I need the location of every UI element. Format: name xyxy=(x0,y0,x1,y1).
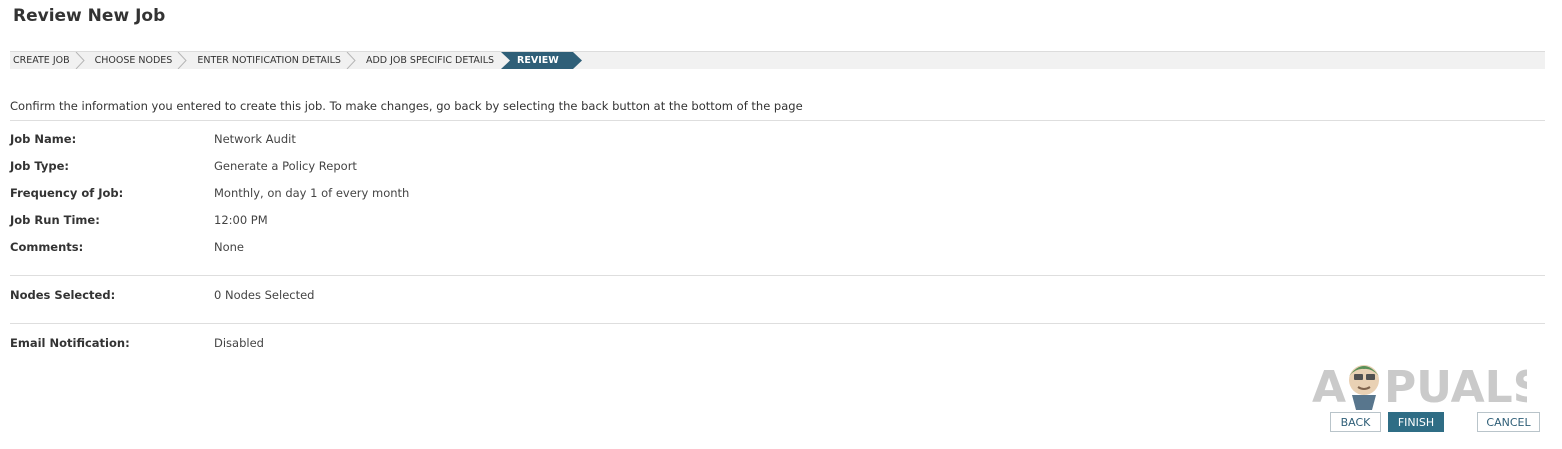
detail-value: 12:00 PM xyxy=(214,213,268,227)
appuals-watermark-logo: A PUALS xyxy=(1312,362,1527,410)
detail-label: Comments: xyxy=(10,240,84,254)
detail-label: Job Run Time: xyxy=(10,213,100,227)
detail-label: Frequency of Job: xyxy=(10,186,124,200)
wizard-step-label: ADD JOB SPECIFIC DETAILS xyxy=(365,55,495,66)
detail-value: 0 Nodes Selected xyxy=(214,288,315,302)
cancel-button[interactable]: CANCEL xyxy=(1477,412,1540,432)
page-title: Review New Job xyxy=(13,6,166,26)
divider xyxy=(10,120,1545,121)
wizard-step-label: ENTER NOTIFICATION DETAILS xyxy=(197,55,341,66)
wizard-steps: CREATE JOB CHOOSE NODES ENTER NOTIFICATI… xyxy=(10,51,1545,69)
step-separator-icon xyxy=(177,52,188,69)
wizard-step-label: REVIEW xyxy=(517,55,559,66)
back-button[interactable]: BACK xyxy=(1330,412,1381,432)
wizard-step-notification-details[interactable]: ENTER NOTIFICATION DETAILS xyxy=(188,52,357,69)
detail-label: Job Name: xyxy=(10,132,77,146)
detail-label: Email Notification: xyxy=(10,336,130,350)
wizard-step-label: CREATE JOB xyxy=(13,55,70,66)
wizard-step-choose-nodes[interactable]: CHOOSE NODES xyxy=(86,52,189,69)
divider xyxy=(10,323,1545,324)
detail-value: None xyxy=(214,240,245,254)
step-separator-icon xyxy=(346,52,356,69)
svg-text:PUALS: PUALS xyxy=(1384,362,1527,410)
step-separator-icon xyxy=(75,52,85,69)
wizard-step-review: REVIEW xyxy=(501,52,582,69)
review-instructions: Confirm the information you entered to c… xyxy=(10,99,803,113)
detail-value: Disabled xyxy=(214,336,264,350)
wizard-step-job-specific-details[interactable]: ADD JOB SPECIFIC DETAILS xyxy=(357,52,504,69)
step-active-left-notch-icon xyxy=(501,52,511,69)
step-active-arrow-icon xyxy=(572,52,582,69)
svg-text:A: A xyxy=(1312,362,1346,410)
wizard-step-create-job[interactable]: CREATE JOB xyxy=(10,52,86,69)
detail-label: Job Type: xyxy=(10,159,70,173)
detail-value: Monthly, on day 1 of every month xyxy=(214,186,410,200)
wizard-step-label: CHOOSE NODES xyxy=(94,55,173,66)
detail-value: Generate a Policy Report xyxy=(214,159,357,173)
finish-button[interactable]: FINISH xyxy=(1388,412,1444,432)
detail-label: Nodes Selected: xyxy=(10,288,116,302)
detail-value: Network Audit xyxy=(214,132,296,146)
divider xyxy=(10,275,1545,276)
